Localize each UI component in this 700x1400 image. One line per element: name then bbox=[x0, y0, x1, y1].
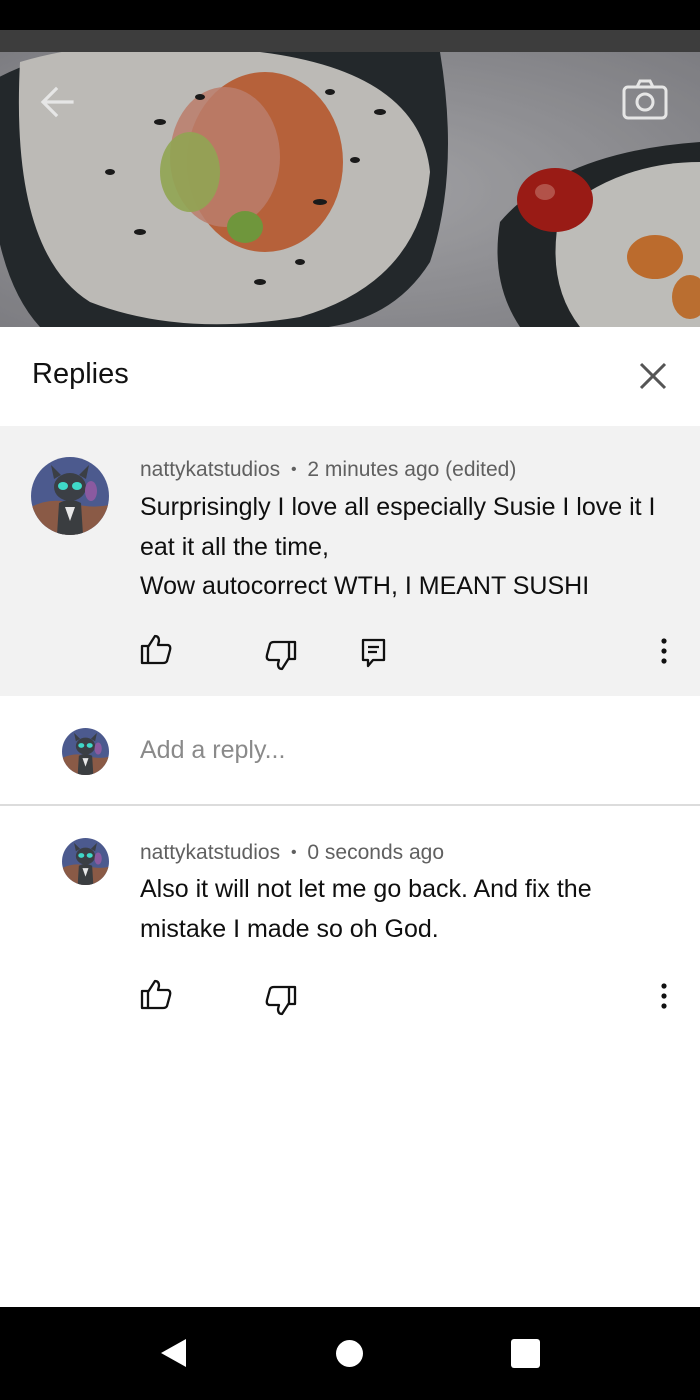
more-vertical-icon[interactable] bbox=[647, 979, 681, 1013]
camera-icon[interactable] bbox=[620, 78, 670, 122]
video-player[interactable] bbox=[0, 30, 700, 327]
reply-comment: nattykatstudios • 0 seconds ago Also it … bbox=[0, 808, 700, 1016]
more-vertical-icon[interactable] bbox=[647, 634, 681, 668]
thumbs-up-icon[interactable] bbox=[139, 632, 173, 666]
add-reply-box[interactable]: Add a reply... bbox=[0, 696, 700, 806]
replies-title: Replies bbox=[32, 358, 129, 390]
comment-text: Also it will not let me go back. And fix… bbox=[140, 875, 592, 943]
parent-comment: nattykatstudios • 2 minutes ago (edited)… bbox=[0, 426, 700, 696]
triangle-back-icon[interactable] bbox=[158, 1337, 188, 1369]
thumbs-down-icon[interactable] bbox=[264, 639, 298, 673]
comment-time: 0 seconds ago bbox=[307, 841, 444, 864]
comment-reply-icon[interactable] bbox=[357, 636, 391, 670]
comment-author[interactable]: nattykatstudios bbox=[140, 841, 280, 864]
thumbs-down-icon[interactable] bbox=[264, 984, 298, 1018]
thumbs-up-icon[interactable] bbox=[139, 977, 173, 1011]
avatar bbox=[62, 728, 109, 775]
reply-input-placeholder[interactable]: Add a reply... bbox=[140, 736, 285, 765]
comment-text: Surprisingly I love all especially Susie… bbox=[140, 493, 656, 600]
close-icon[interactable] bbox=[636, 359, 670, 393]
comment-meta: nattykatstudios • 0 seconds ago bbox=[140, 841, 444, 865]
video-dim-overlay bbox=[0, 52, 700, 327]
avatar[interactable] bbox=[62, 838, 109, 885]
circle-home-icon[interactable] bbox=[336, 1340, 363, 1367]
replies-header: Replies bbox=[0, 327, 700, 426]
avatar[interactable] bbox=[31, 457, 109, 535]
video-top-strip bbox=[0, 30, 700, 52]
system-nav-bar bbox=[0, 1307, 700, 1400]
square-recents-icon[interactable] bbox=[511, 1339, 540, 1368]
arrow-left-icon[interactable] bbox=[36, 82, 76, 122]
status-bar bbox=[0, 0, 700, 30]
meta-separator: • bbox=[290, 844, 297, 861]
comment-author[interactable]: nattykatstudios bbox=[140, 458, 280, 481]
meta-separator: • bbox=[290, 461, 297, 478]
comment-time: 2 minutes ago (edited) bbox=[307, 458, 517, 481]
replies-panel: Replies nattykatstudios • 2 minutes ago … bbox=[0, 327, 700, 1307]
comment-meta: nattykatstudios • 2 minutes ago (edited) bbox=[140, 458, 516, 482]
